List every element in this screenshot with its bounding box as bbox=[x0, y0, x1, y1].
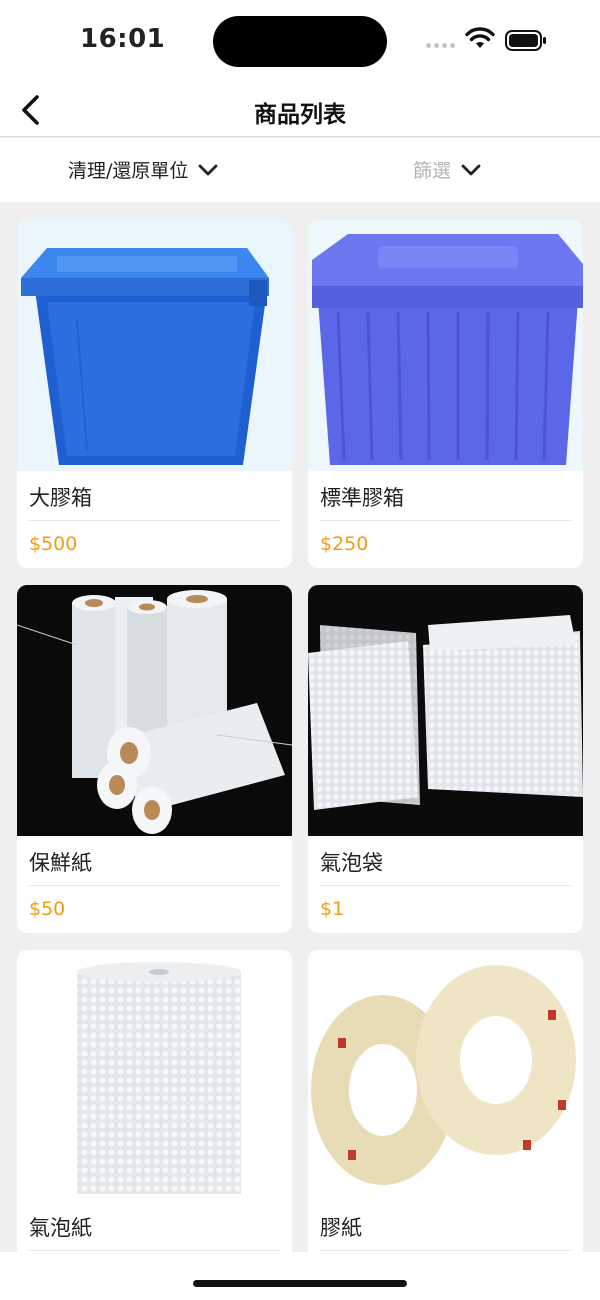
divider bbox=[320, 1250, 571, 1251]
product-image bbox=[308, 220, 583, 471]
status-time: 16:01 bbox=[80, 24, 166, 54]
product-card[interactable]: 標準膠箱 $250 bbox=[308, 220, 583, 568]
product-name: 氣泡紙 bbox=[29, 1216, 92, 1240]
product-price: $1 bbox=[320, 898, 345, 920]
purple-storage-crate-image bbox=[312, 234, 583, 465]
product-grid: 大膠箱 $500 標準膠箱 $250 保鮮紙 $50 氣泡袋 $1 氣泡紙 膠紙 bbox=[17, 220, 583, 1252]
page-title: 商品列表 bbox=[254, 102, 346, 128]
product-name: 標準膠箱 bbox=[320, 486, 404, 510]
product-image bbox=[308, 950, 583, 1201]
bubble-bags-image bbox=[308, 615, 583, 810]
filter-bar: 清理/還原單位 篩選 bbox=[0, 138, 600, 202]
product-name: 保鮮紙 bbox=[29, 851, 92, 875]
product-price: $50 bbox=[29, 898, 66, 920]
navigation-bar: 商品列表 bbox=[0, 82, 600, 137]
filter-dropdown[interactable]: 篩選 bbox=[413, 156, 481, 183]
product-name: 氣泡袋 bbox=[320, 851, 383, 875]
chevron-down-icon bbox=[199, 164, 218, 175]
divider bbox=[29, 885, 280, 886]
home-indicator-area bbox=[0, 1252, 600, 1300]
blue-storage-crate-image bbox=[21, 248, 269, 465]
divider bbox=[320, 520, 571, 521]
filter-label: 篩選 bbox=[413, 160, 452, 182]
divider bbox=[29, 1250, 280, 1251]
cellular-signal-icon bbox=[426, 43, 455, 48]
unit-filter-dropdown[interactable]: 清理/還原單位 bbox=[68, 156, 218, 183]
home-indicator[interactable] bbox=[193, 1280, 407, 1287]
product-card[interactable]: 保鮮紙 $50 bbox=[17, 585, 292, 933]
wifi-icon bbox=[465, 27, 495, 48]
packing-tape-rolls-image bbox=[311, 965, 576, 1185]
product-image bbox=[17, 950, 292, 1201]
product-card[interactable]: 大膠箱 $500 bbox=[17, 220, 292, 568]
product-card[interactable]: 氣泡袋 $1 bbox=[308, 585, 583, 933]
product-image bbox=[17, 220, 292, 471]
battery-icon bbox=[505, 30, 546, 51]
product-image bbox=[17, 585, 292, 836]
divider bbox=[29, 520, 280, 521]
product-card[interactable]: 膠紙 bbox=[308, 950, 583, 1252]
chevron-down-icon bbox=[461, 164, 481, 175]
unit-filter-label: 清理/還原單位 bbox=[68, 160, 189, 182]
dynamic-island bbox=[213, 16, 387, 67]
product-price: $250 bbox=[320, 533, 369, 555]
product-image bbox=[308, 585, 583, 836]
product-name: 大膠箱 bbox=[29, 486, 92, 510]
product-price: $500 bbox=[29, 533, 78, 555]
status-bar: 16:01 bbox=[0, 0, 600, 82]
divider bbox=[320, 885, 571, 886]
product-card[interactable]: 氣泡紙 bbox=[17, 950, 292, 1252]
product-name: 膠紙 bbox=[320, 1216, 362, 1240]
stretch-film-rolls-image bbox=[17, 590, 292, 834]
bubble-wrap-roll-image bbox=[77, 962, 241, 1194]
